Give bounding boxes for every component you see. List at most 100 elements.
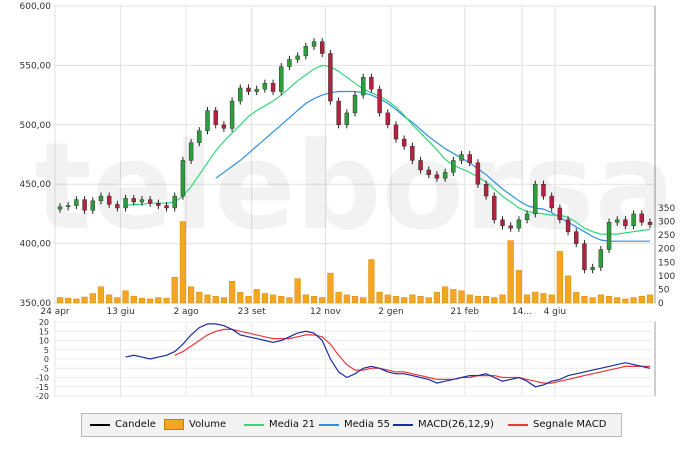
candle-body [352,94,358,114]
volume-tick-label: 300 [658,218,675,228]
volume-bar [97,286,105,304]
candle-body [147,199,153,204]
candle-body [598,249,604,268]
volume-bar [638,295,645,304]
candle-body [238,87,243,102]
volume-bar [204,294,211,304]
volume-bar [392,295,400,304]
volume-bar [171,276,178,304]
x-tick-label: 24 apr [40,307,70,317]
volume-bar [376,291,383,304]
volume-bar [163,297,170,304]
volume-bar [614,297,621,304]
macd-y-axis: 20151050-5-10-15-20 [36,318,49,401]
volume-bar [384,294,391,304]
candle-body [74,199,79,206]
candle-body [582,243,587,270]
candle-body [606,222,612,250]
volume-bar [261,293,268,304]
volume-bar [237,291,244,304]
candle-body [172,195,177,209]
x-tick-label: 14… [512,307,532,317]
candle-body [229,100,235,129]
volume-bar [138,297,146,304]
volume-bar [286,297,293,304]
candle-body [336,100,341,126]
stock-chart: teleborsa 600,00 550,00 500,00 450,00 400,00… [20,2,676,401]
candle-body [508,225,513,229]
candle-body [106,195,112,205]
volume-bar [597,294,604,304]
volume-bar [556,251,563,304]
candle-body [451,160,456,173]
macd-tick-label: -20 [36,392,49,401]
volume-bar [573,291,580,304]
legend-label: Volume [189,419,227,430]
volume-bar [278,295,285,304]
macd-tick-label: 10 [39,337,49,346]
macd-tick-label: -15 [36,383,49,392]
candle-body [270,83,276,92]
volume-tick-label: 250 [658,231,675,241]
candle-body [426,169,431,175]
legend-label: Segnale MACD [533,419,607,430]
volume-bar [540,293,547,304]
volume-bar [56,297,64,304]
volume-bar [253,289,260,304]
volume-bar [409,294,416,304]
volume-bar [335,291,342,304]
x-tick-label: 2 ago [173,307,199,317]
candle-body [557,207,563,221]
price-tick-label: 450,00 [20,180,52,190]
candle-body [500,219,505,226]
volume-bar [622,298,629,304]
candle-body [197,130,202,143]
volume-bar [360,297,367,304]
volume-bar [196,291,203,304]
legend-label: Media 55 [344,419,390,430]
volume-bar [269,294,277,304]
candle-body [303,46,309,57]
legend-line-swatch [244,424,264,426]
volume-bar [310,295,318,304]
candle-body [410,145,415,161]
candle-body [320,41,325,54]
legend-label: Candele [115,419,156,430]
volume-bar [450,289,457,304]
volume-tick-label: 100 [658,272,675,282]
volume-tick-label: 350 [658,204,675,214]
macd-tick-label: -10 [36,374,49,383]
volume-bar [187,286,195,304]
candle-body [221,124,227,129]
candle-body [328,53,333,102]
volume-bar [81,296,88,304]
candle-body [82,199,87,211]
volume-bar [458,290,465,304]
candle-body [188,142,194,161]
x-tick-label: 12 nov [310,307,342,317]
candle-body [369,77,374,90]
volume-bar [630,297,637,304]
legend-line-swatch [508,424,528,426]
legend-line-swatch [393,424,413,426]
candle-body [533,183,538,215]
volume-bar [147,298,154,304]
candle-body [639,213,645,223]
candle-body [442,172,448,179]
candle-body [90,200,95,211]
legend-label: MACD(26,12,9) [418,419,494,430]
candle-body [98,195,104,202]
candle-body [549,195,554,209]
volume-bar [368,259,375,304]
candle-body [131,198,136,203]
candle-body [475,162,481,185]
candle-body [360,77,366,96]
candle-body [123,198,128,209]
x-tick-label: 2 gen [378,307,404,317]
x-tick-label: 23 set [238,307,267,317]
macd-tick-label: 20 [39,318,49,327]
volume-bar [351,295,359,304]
macd-tick-label: -5 [41,364,49,373]
volume-bar [564,275,572,304]
volume-bar [548,294,555,304]
